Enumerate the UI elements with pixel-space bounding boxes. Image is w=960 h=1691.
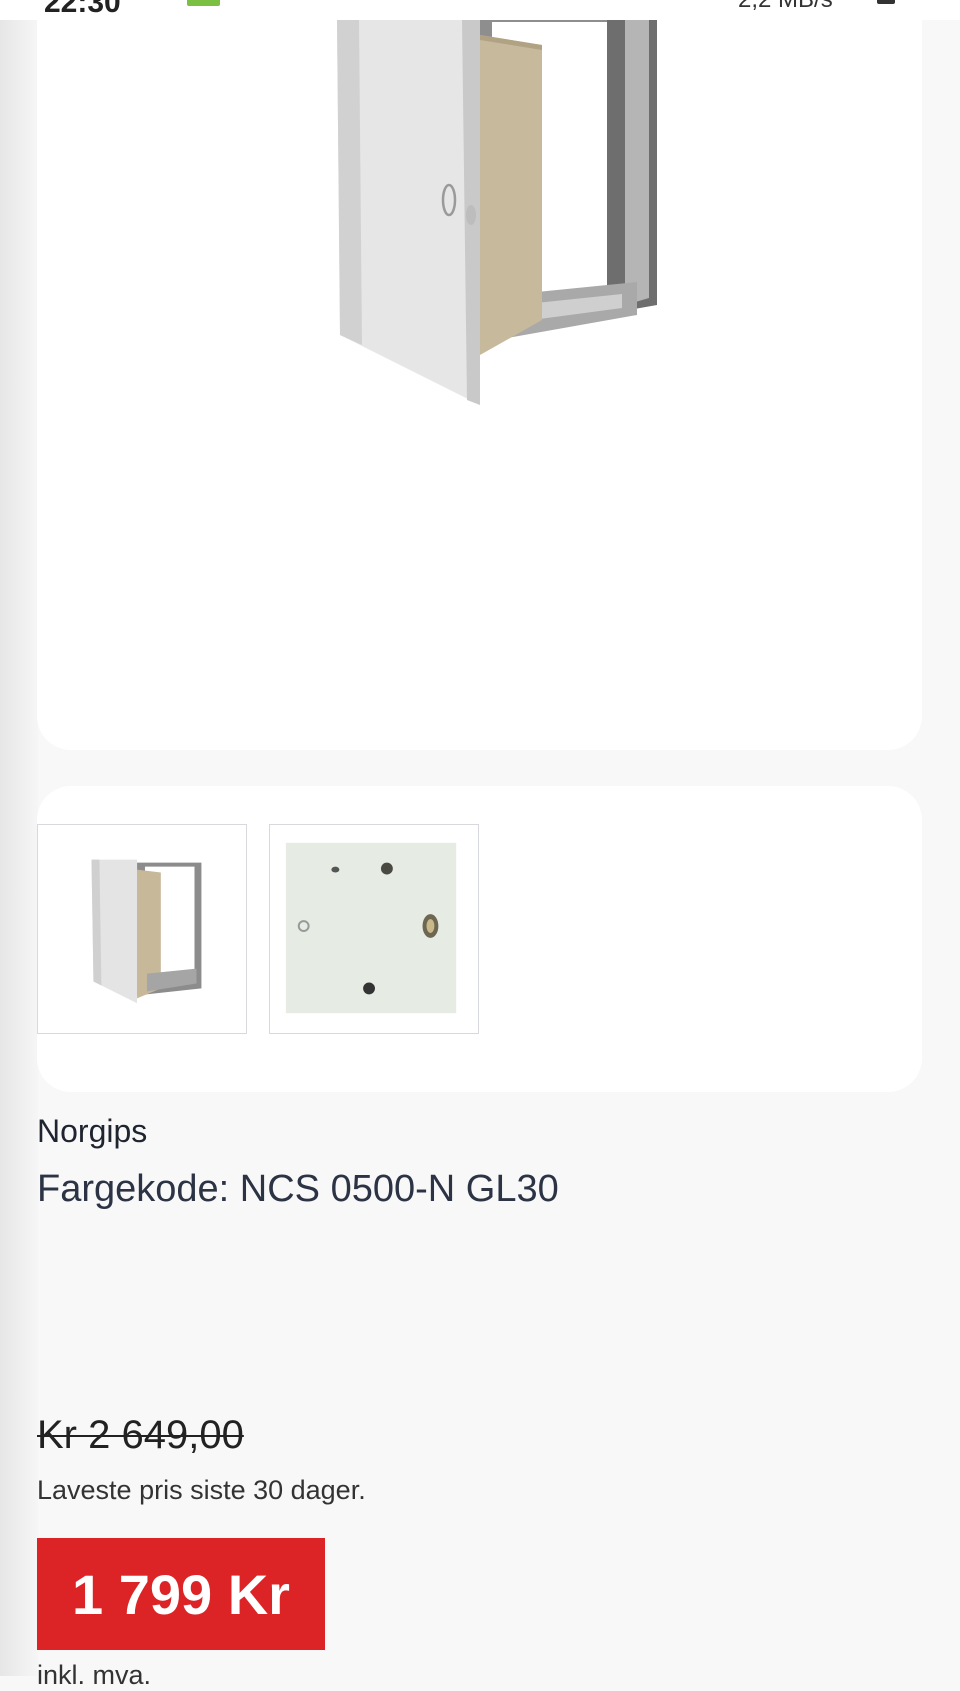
thumbnail-closed-hatch[interactable] — [269, 824, 479, 1034]
status-network: 2,2 MB/s — [738, 0, 833, 14]
thumbnail-closed-hatch-image — [270, 825, 478, 1033]
main-image-card[interactable] — [37, 20, 922, 750]
thumbnail-open-hatch-image — [38, 825, 246, 1033]
price-badge: 1 799 Kr — [37, 1538, 325, 1650]
product-title: Fargekode: NCS 0500-N GL30 — [37, 1168, 559, 1210]
battery-icon — [877, 0, 895, 4]
lowest-price-note: Laveste pris siste 30 dager. — [37, 1475, 366, 1505]
main-product-image[interactable] — [37, 20, 922, 750]
thumbnail-open-hatch[interactable] — [37, 824, 247, 1034]
product-brand[interactable]: Norgips — [37, 1113, 147, 1150]
old-price: Kr 2 649,00 — [37, 1413, 244, 1457]
status-time: 22:30 — [44, 0, 121, 19]
status-bar: 22:30 2,2 MB/s — [0, 0, 960, 20]
left-edge-shade — [0, 0, 38, 1676]
thumbnail-card — [37, 786, 922, 1092]
current-price: 1 799 Kr — [72, 1562, 290, 1626]
status-app-icon — [187, 0, 220, 6]
